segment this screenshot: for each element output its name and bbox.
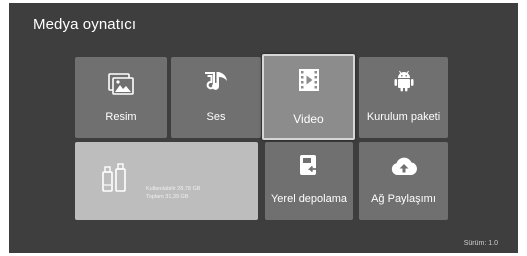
tile-video[interactable]: Video [262, 54, 355, 140]
media-player-screen: Medya oynatıcı Resim Ses Video Kurulum p… [9, 3, 518, 253]
cloud-upload-icon [390, 156, 418, 181]
tile-local-storage-label: Yerel depolama [270, 193, 348, 205]
music-note-icon [202, 69, 230, 98]
tile-video-label: Video [293, 112, 324, 126]
android-icon [393, 69, 415, 98]
film-play-icon [298, 68, 320, 97]
usb-drive-icon [101, 163, 129, 198]
tile-install-package[interactable]: Kurulum paketi [359, 57, 448, 138]
version-label: Sürüm: 1.0 [463, 240, 498, 247]
local-storage-icon [297, 153, 321, 182]
page-title: Medya oynatıcı [33, 16, 137, 33]
usb-total-text: Toplam 31,39 GB [146, 194, 189, 200]
tile-sound-label: Ses [206, 111, 226, 123]
tile-picture[interactable]: Resim [75, 57, 167, 138]
tile-picture-label: Resim [105, 111, 137, 123]
tile-network-share-label: Ağ Paylaşımı [371, 193, 436, 205]
tile-usb-storage[interactable]: Kullanılabilir 28,78 GB Toplam 31,39 GB [75, 142, 258, 220]
tile-local-storage[interactable]: Yerel depolama [265, 142, 353, 220]
usb-storage-info: Kullanılabilir 28,78 GB Toplam 31,39 GB [146, 185, 200, 201]
picture-icon [108, 73, 134, 100]
tile-sound[interactable]: Ses [171, 57, 261, 138]
tile-network-share[interactable]: Ağ Paylaşımı [359, 142, 448, 220]
usb-available-text: Kullanılabilir 28,78 GB [146, 186, 201, 192]
tile-install-package-label: Kurulum paketi [366, 111, 441, 123]
